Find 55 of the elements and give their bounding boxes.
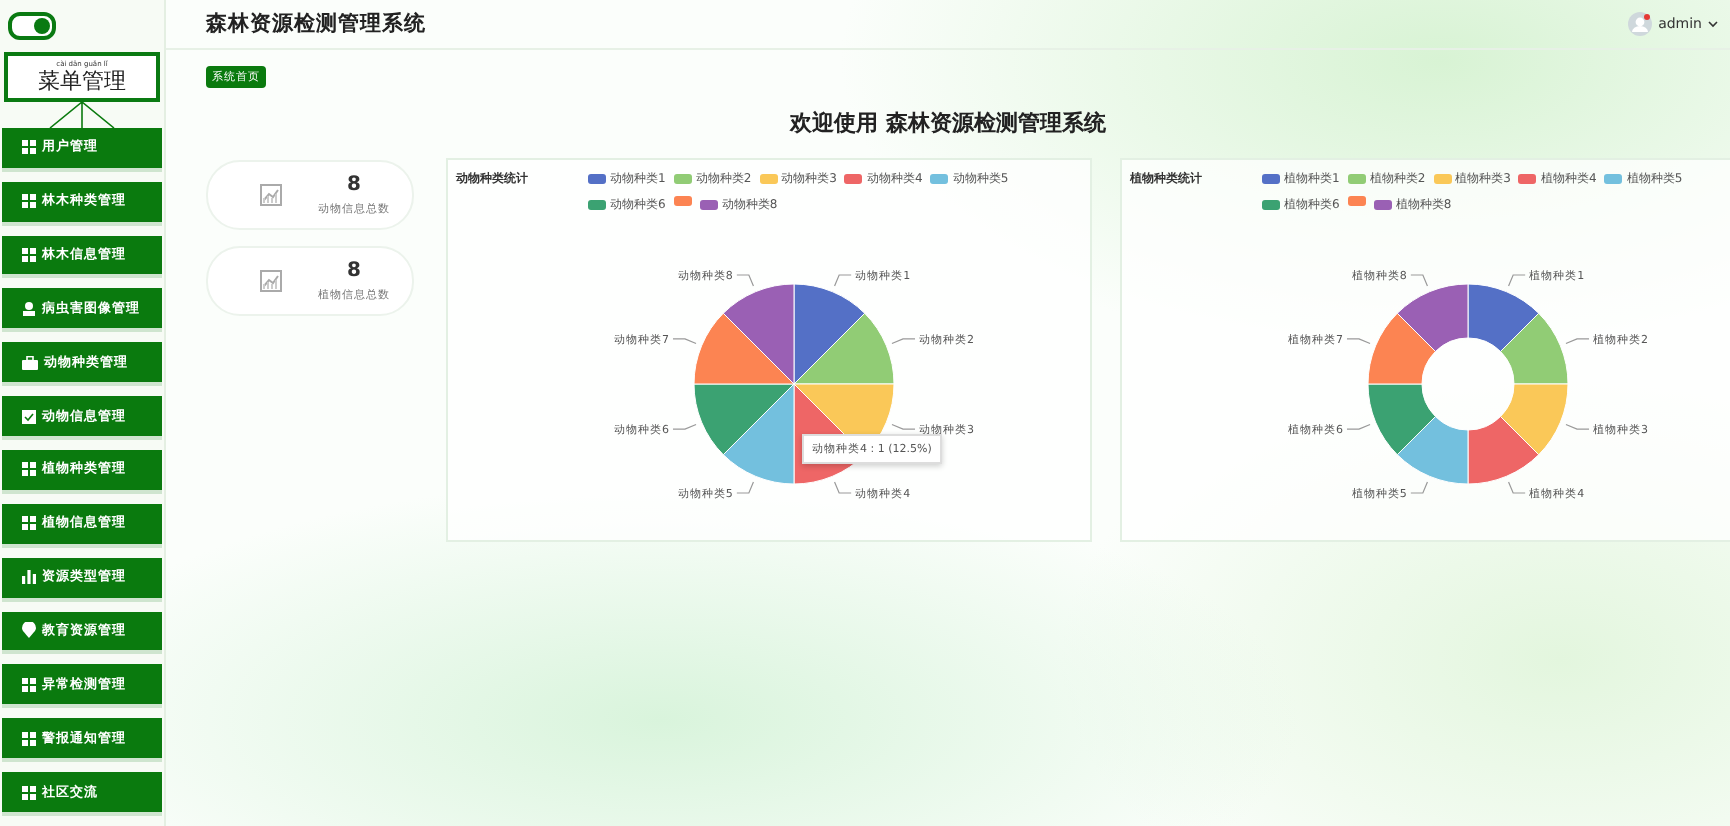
- grid-icon: [22, 785, 36, 800]
- pie-slice: [1500, 312, 1569, 385]
- leader-line: [736, 481, 755, 494]
- legend-swatch[interactable]: [1347, 196, 1366, 206]
- stat-value: 8: [347, 260, 361, 282]
- pie-slice: [722, 383, 795, 485]
- grid-icon: [22, 462, 36, 477]
- pie-slice: [1396, 283, 1469, 352]
- leader-line: [833, 274, 852, 287]
- grid-icon: [22, 516, 36, 531]
- leader-line: [833, 481, 852, 494]
- menu-title: 菜单管理: [38, 67, 126, 94]
- grid-icon: [22, 140, 36, 155]
- leader-line: [736, 274, 755, 287]
- pie-slice: [1367, 383, 1436, 456]
- bar-chart-icon: [22, 570, 36, 585]
- leader-line: [891, 423, 916, 430]
- grid-icon: [22, 677, 36, 692]
- grid-icon: [22, 247, 36, 262]
- user-icon: [22, 301, 36, 316]
- leader-line: [1565, 338, 1590, 345]
- leader-line: [891, 338, 916, 345]
- pie-slice: [1467, 416, 1540, 485]
- leader-line: [1507, 481, 1526, 494]
- pie-slice: [693, 383, 795, 456]
- leader-line: [1410, 274, 1429, 287]
- avatar-icon: [1628, 12, 1653, 36]
- chevron-down-icon: [1708, 20, 1718, 28]
- location-pin-icon: [22, 622, 36, 639]
- pie-slice: [793, 283, 866, 385]
- stat-value: 8: [347, 174, 361, 196]
- pie-slice: [793, 312, 895, 385]
- pie-slice: [1500, 383, 1569, 456]
- clipboard-icon: [22, 408, 36, 425]
- leader-line: [1346, 338, 1371, 345]
- grid-icon: [22, 194, 36, 209]
- legend-swatch[interactable]: [673, 196, 692, 206]
- pie-slice: [1367, 312, 1436, 385]
- app-title: 森林资源检测管理系统: [206, 10, 426, 38]
- welcome-heading: 欢迎使用 森林资源检测管理系统: [787, 108, 1108, 138]
- briefcase-icon: [22, 355, 38, 370]
- chart-icon: [260, 270, 282, 292]
- pie-slice: [693, 312, 795, 385]
- toggle-switch[interactable]: [8, 12, 56, 40]
- pie-slice: [1467, 283, 1540, 352]
- leader-line: [672, 338, 697, 345]
- pie-slice: [722, 283, 795, 385]
- leader-line: [1346, 423, 1371, 430]
- leader-line: [672, 423, 697, 430]
- leader-line: [1410, 481, 1429, 494]
- grid-icon: [22, 731, 36, 746]
- pie-slice: [1396, 416, 1469, 485]
- leader-line: [1565, 423, 1590, 430]
- leader-line: [1507, 274, 1526, 287]
- chart-icon: [260, 184, 282, 206]
